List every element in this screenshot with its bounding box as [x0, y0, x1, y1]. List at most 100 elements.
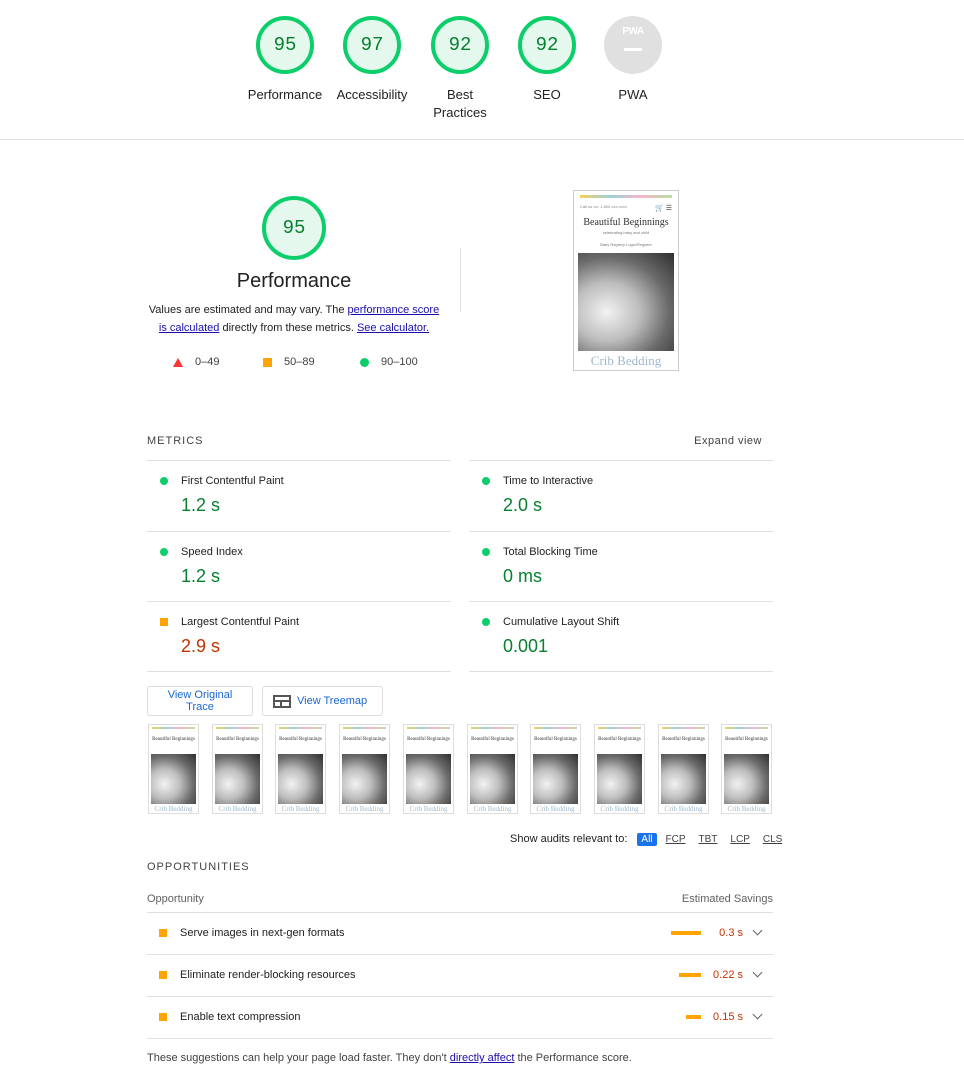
metric-name: Total Blocking Time — [503, 546, 598, 558]
view-original-trace-button[interactable]: View Original Trace — [147, 686, 253, 716]
performance-score-ring: 95 — [262, 196, 326, 260]
frame-caption: Crib Bedding — [536, 805, 575, 813]
frame-caption: Crib Bedding — [600, 805, 639, 813]
frame-brand: Beautiful Beginnings — [471, 737, 514, 742]
gauge-seo[interactable]: 92 SEO — [497, 16, 597, 104]
savings-bar — [679, 973, 701, 977]
frame-header — [404, 729, 453, 735]
frame-photo — [151, 754, 196, 804]
frame-tagline — [722, 745, 771, 749]
frame-brand: Beautiful Beginnings — [152, 737, 195, 742]
filmstrip-frame: Beautiful Beginnings Crib Bedding — [212, 724, 263, 814]
frame-brand: Beautiful Beginnings — [216, 737, 259, 742]
performance-score: 95 — [282, 217, 306, 239]
average-square-icon — [159, 929, 167, 937]
filter-chip-all[interactable]: All — [637, 832, 657, 846]
frame-tagline — [659, 745, 708, 749]
expand-view-toggle[interactable]: Expand view — [694, 435, 762, 447]
frame-tagline — [340, 745, 389, 749]
filmstrip-frame: Beautiful Beginnings Crib Bedding — [148, 724, 199, 814]
footer-suffix: the Performance score. — [517, 1052, 632, 1064]
pass-circle-icon — [160, 477, 168, 485]
metric-name: Speed Index — [181, 546, 243, 558]
score-value: 92 — [448, 34, 472, 56]
filter-chip-cls[interactable]: CLS — [759, 833, 786, 846]
frame-tagline — [276, 745, 325, 749]
gauge-accessibility[interactable]: 97 Accessibility — [322, 16, 422, 104]
filmstrip-frame: Beautiful Beginnings Crib Bedding — [658, 724, 709, 814]
metric-value: 1.2 s — [181, 566, 221, 586]
metric-value: 1.2 s — [181, 495, 221, 515]
pass-circle-icon — [482, 618, 490, 626]
performance-description: Values are estimated and may vary. The p… — [146, 301, 442, 337]
view-treemap-button[interactable]: View Treemap — [262, 686, 383, 716]
frame-caption: Crib Bedding — [218, 805, 257, 813]
savings-value: 0.15 s — [713, 1011, 743, 1023]
gauge-performance[interactable]: 95 Performance — [235, 16, 335, 104]
metric-value: 0.001 — [503, 636, 549, 656]
frame-tagline — [595, 745, 644, 749]
pass-circle-icon — [360, 357, 369, 367]
frame-brand: Beautiful Beginnings — [343, 737, 386, 742]
frame-header — [595, 729, 644, 735]
frame-photo — [533, 754, 578, 804]
directly-affect-link[interactable]: directly affect — [450, 1052, 515, 1064]
metric-value: 2.0 s — [503, 495, 543, 515]
pass-circle-icon — [482, 477, 490, 485]
metric-speed-index: Speed Index 1.2 s — [147, 531, 451, 601]
screenshot-header: Call us on: 1-800-xxx-xxxx 🛒 ☰ — [574, 198, 678, 212]
opportunity-row-render-blocking[interactable]: Eliminate render-blocking resources 0.22… — [147, 955, 773, 997]
filmstrip-frame: Beautiful Beginnings Crib Bedding — [594, 724, 645, 814]
opportunity-row-text-compression[interactable]: Enable text compression 0.15 s — [147, 997, 773, 1039]
description-prefix: Values are estimated and may vary. The — [148, 304, 345, 316]
frame-brand: Beautiful Beginnings — [534, 737, 577, 742]
metrics-bottom-border — [147, 671, 773, 672]
gauge-label: PWA — [618, 87, 648, 102]
filter-chip-tbt[interactable]: TBT — [695, 833, 722, 846]
filter-chip-fcp[interactable]: FCP — [662, 833, 690, 846]
score-ring: 97 — [343, 16, 401, 74]
average-square-icon — [159, 1013, 167, 1021]
frame-tagline — [531, 745, 580, 749]
opportunity-row-next-gen-images[interactable]: Serve images in next-gen formats 0.3 s — [147, 913, 773, 955]
final-screenshot[interactable]: Call us on: 1-800-xxx-xxxx 🛒 ☰ Beautiful … — [573, 190, 679, 371]
gauge-best-practices[interactable]: 92 Best Practices — [410, 16, 510, 122]
frame-brand: Beautiful Beginnings — [662, 737, 705, 742]
chevron-down-icon[interactable] — [752, 967, 763, 978]
frame-caption: Crib Bedding — [727, 805, 766, 813]
frame-photo — [406, 754, 451, 804]
metric-tti: Time to Interactive 2.0 s — [469, 460, 773, 530]
frame-photo — [470, 754, 515, 804]
metric-name: Cumulative Layout Shift — [503, 616, 620, 628]
footer-prefix: These suggestions can help your page loa… — [147, 1052, 447, 1064]
chevron-down-icon[interactable] — [752, 1009, 763, 1020]
frame-brand: Beautiful Beginnings — [407, 737, 450, 742]
metrics-label: METRICS — [147, 435, 204, 447]
frame-caption: Crib Bedding — [345, 805, 384, 813]
metric-cls: Cumulative Layout Shift 0.001 — [469, 601, 773, 671]
treemap-label: View Treemap — [297, 695, 368, 707]
filter-chip-lcp[interactable]: LCP — [726, 833, 753, 846]
category-gauges: 95 Performance 97 Accessibility 92 Best … — [0, 0, 964, 140]
frame-header — [722, 729, 771, 735]
chevron-down-icon[interactable] — [752, 925, 763, 936]
pwa-badge-icon: PWA — [604, 16, 662, 74]
screenshot-tagline: celebrating baby and child — [602, 230, 650, 235]
savings-bar — [671, 931, 701, 935]
see-calculator-link[interactable]: See calculator. — [357, 322, 429, 334]
frame-header — [276, 729, 325, 735]
treemap-icon — [273, 694, 291, 708]
legend-range: 0–49 — [195, 356, 220, 368]
frame-tagline — [213, 745, 262, 749]
savings-value: 0.3 s — [719, 927, 743, 939]
gauge-pwa[interactable]: PWA PWA — [583, 16, 683, 104]
frame-photo — [661, 754, 706, 804]
frame-photo — [278, 754, 323, 804]
gauge-label: Best Practices — [433, 87, 487, 120]
pwa-badge-text: PWA — [622, 26, 644, 37]
frame-caption: Crib Bedding — [409, 805, 448, 813]
metric-lcp: Largest Contentful Paint 2.9 s — [147, 601, 451, 671]
pass-circle-icon — [482, 548, 490, 556]
legend-range: 90–100 — [381, 356, 418, 368]
opportunities-title: OPPORTUNITIES — [147, 861, 250, 873]
